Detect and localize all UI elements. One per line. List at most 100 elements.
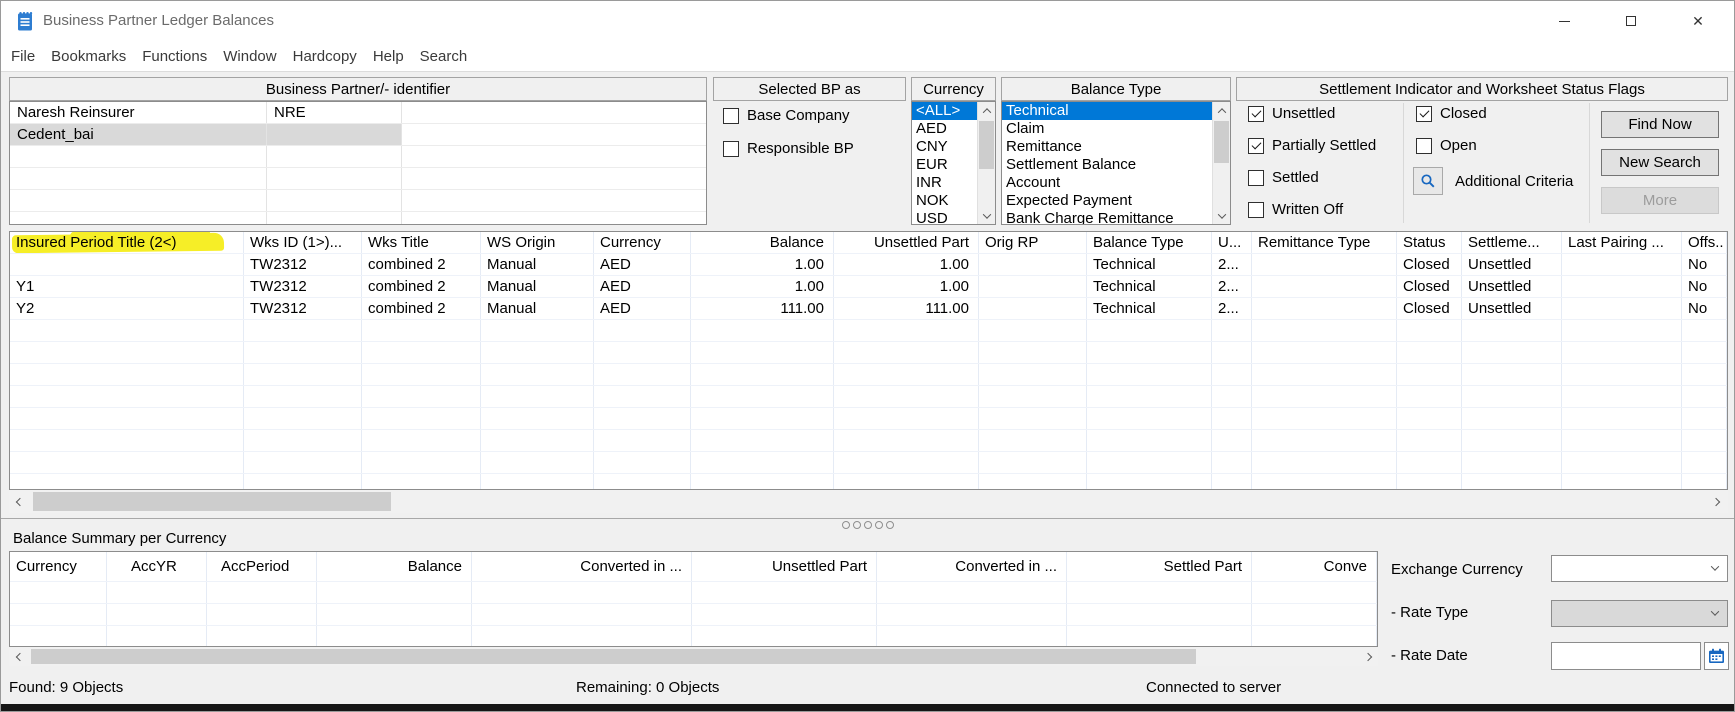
column-header[interactable]: Converted in ...	[472, 552, 692, 581]
additional-criteria-button[interactable]	[1413, 167, 1443, 195]
column-header[interactable]: Currency	[10, 552, 107, 581]
flag-closed[interactable]: Closed	[1416, 105, 1487, 122]
column-header[interactable]: Last Pairing ...	[1562, 232, 1682, 253]
scrollbar-thumb[interactable]	[1214, 121, 1229, 163]
new-search-button[interactable]: New Search	[1601, 149, 1719, 176]
scroll-down-icon[interactable]	[1213, 207, 1230, 224]
scroll-up-icon[interactable]	[978, 102, 995, 119]
close-button[interactable]: ✕	[1675, 1, 1721, 41]
pager-dot[interactable]	[842, 521, 850, 529]
column-header[interactable]: Conve	[1252, 552, 1377, 581]
business-partner-row[interactable]	[10, 146, 706, 168]
business-partner-row[interactable]: Naresh ReinsurerNRE	[10, 102, 706, 124]
column-header[interactable]: Balance	[691, 232, 834, 253]
summary-hscrollbar[interactable]	[9, 647, 1378, 666]
column-header[interactable]: Balance Type	[1087, 232, 1212, 253]
column-header[interactable]: Unsettled Part	[834, 232, 979, 253]
currency-option[interactable]: EUR	[912, 156, 978, 174]
menu-item-functions[interactable]: Functions	[134, 48, 215, 65]
column-header[interactable]: AccYR	[107, 552, 207, 581]
scroll-right-icon[interactable]	[1359, 648, 1376, 665]
column-header[interactable]: Balance	[317, 552, 472, 581]
calendar-button[interactable]	[1704, 642, 1729, 670]
currency-option[interactable]: INR	[912, 174, 978, 192]
flag-unsettled[interactable]: Unsettled	[1248, 105, 1376, 122]
menu-item-hardcopy[interactable]: Hardcopy	[285, 48, 365, 65]
scroll-left-icon[interactable]	[11, 493, 28, 510]
scrollbar-thumb[interactable]	[33, 492, 391, 511]
column-header[interactable]: Status	[1397, 232, 1462, 253]
business-partner-row[interactable]	[10, 168, 706, 190]
minimize-button[interactable]	[1541, 1, 1587, 41]
checkbox[interactable]	[1248, 202, 1264, 218]
scrollbar-thumb[interactable]	[979, 121, 994, 169]
menu-item-help[interactable]: Help	[365, 48, 412, 65]
flag-written-off[interactable]: Written Off	[1248, 201, 1376, 218]
currency-option[interactable]: USD	[912, 210, 978, 224]
currency-scrollbar[interactable]	[977, 102, 995, 224]
table-row[interactable]: Y2TW2312combined 2ManualAED111.00111.00T…	[10, 298, 1727, 320]
menu-item-window[interactable]: Window	[215, 48, 284, 65]
option-responsible-bp[interactable]: Responsible BP	[723, 140, 854, 157]
column-header[interactable]: Orig RP	[979, 232, 1087, 253]
column-header[interactable]: Settleme...	[1462, 232, 1562, 253]
balance-type-option[interactable]: Account	[1002, 174, 1213, 192]
pager-dot[interactable]	[886, 521, 894, 529]
maximize-button[interactable]	[1608, 1, 1654, 41]
menu-item-file[interactable]: File	[11, 48, 43, 65]
checkbox[interactable]	[1416, 138, 1432, 154]
currency-option[interactable]: AED	[912, 120, 978, 138]
currency-option[interactable]: CNY	[912, 138, 978, 156]
scrollbar-thumb[interactable]	[31, 649, 1196, 664]
menu-item-bookmarks[interactable]: Bookmarks	[43, 48, 134, 65]
flag-partially-settled[interactable]: Partially Settled	[1248, 137, 1376, 154]
column-header[interactable]: Offs..	[1682, 232, 1727, 253]
column-header[interactable]: Wks ID (1>)...	[244, 232, 362, 253]
balance-type-option[interactable]: Remittance	[1002, 138, 1213, 156]
column-header[interactable]: WS Origin	[481, 232, 594, 253]
column-header[interactable]: U...	[1212, 232, 1252, 253]
scroll-up-icon[interactable]	[1213, 102, 1230, 119]
scroll-left-icon[interactable]	[11, 648, 28, 665]
business-partner-row[interactable]: Cedent_bai	[10, 124, 706, 146]
pager-dot[interactable]	[864, 521, 872, 529]
menu-item-search[interactable]: Search	[412, 48, 476, 65]
currency-option[interactable]: <ALL>	[912, 102, 978, 120]
checkbox-checked[interactable]	[1248, 106, 1264, 122]
checkbox[interactable]	[723, 141, 739, 157]
column-header[interactable]: Wks Title	[362, 232, 481, 253]
rate-type-select[interactable]	[1551, 600, 1728, 627]
results-hscrollbar[interactable]	[9, 490, 1728, 513]
option-base-company[interactable]: Base Company	[723, 107, 854, 124]
balance-type-option[interactable]: Bank Charge Remittance	[1002, 210, 1213, 224]
pager-dot[interactable]	[853, 521, 861, 529]
checkbox[interactable]	[1248, 170, 1264, 186]
flag-open[interactable]: Open	[1416, 137, 1487, 154]
column-header[interactable]: AccPeriod	[207, 552, 317, 581]
column-header[interactable]: Settled Part	[1067, 552, 1252, 581]
balance-type-listbox[interactable]: TechnicalClaimRemittanceSettlement Balan…	[1001, 101, 1231, 225]
checkbox-checked[interactable]	[1416, 106, 1432, 122]
scroll-right-icon[interactable]	[1707, 493, 1724, 510]
currency-option[interactable]: NOK	[912, 192, 978, 210]
business-partner-list[interactable]: Naresh ReinsurerNRECedent_bai	[9, 101, 707, 225]
column-header[interactable]: Converted in ...	[877, 552, 1067, 581]
balance-type-option[interactable]: Technical	[1002, 102, 1213, 120]
balance-type-option[interactable]: Expected Payment	[1002, 192, 1213, 210]
balance-type-option[interactable]: Settlement Balance	[1002, 156, 1213, 174]
checkbox[interactable]	[723, 108, 739, 124]
balance-type-option[interactable]: Claim	[1002, 120, 1213, 138]
pager-dot[interactable]	[875, 521, 883, 529]
exchange-currency-select[interactable]	[1551, 555, 1728, 582]
scroll-down-icon[interactable]	[978, 207, 995, 224]
find-now-button[interactable]: Find Now	[1601, 111, 1719, 138]
checkbox-checked[interactable]	[1248, 138, 1264, 154]
business-partner-row[interactable]	[10, 212, 706, 225]
balance-type-scrollbar[interactable]	[1212, 102, 1230, 224]
currency-listbox[interactable]: <ALL>AEDCNYEURINRNOKUSD	[911, 101, 996, 225]
column-header[interactable]: Currency	[594, 232, 691, 253]
flag-settled[interactable]: Settled	[1248, 169, 1376, 186]
business-partner-row[interactable]	[10, 190, 706, 212]
column-header[interactable]: Unsettled Part	[692, 552, 877, 581]
table-row[interactable]: TW2312combined 2ManualAED1.001.00Technic…	[10, 254, 1727, 276]
